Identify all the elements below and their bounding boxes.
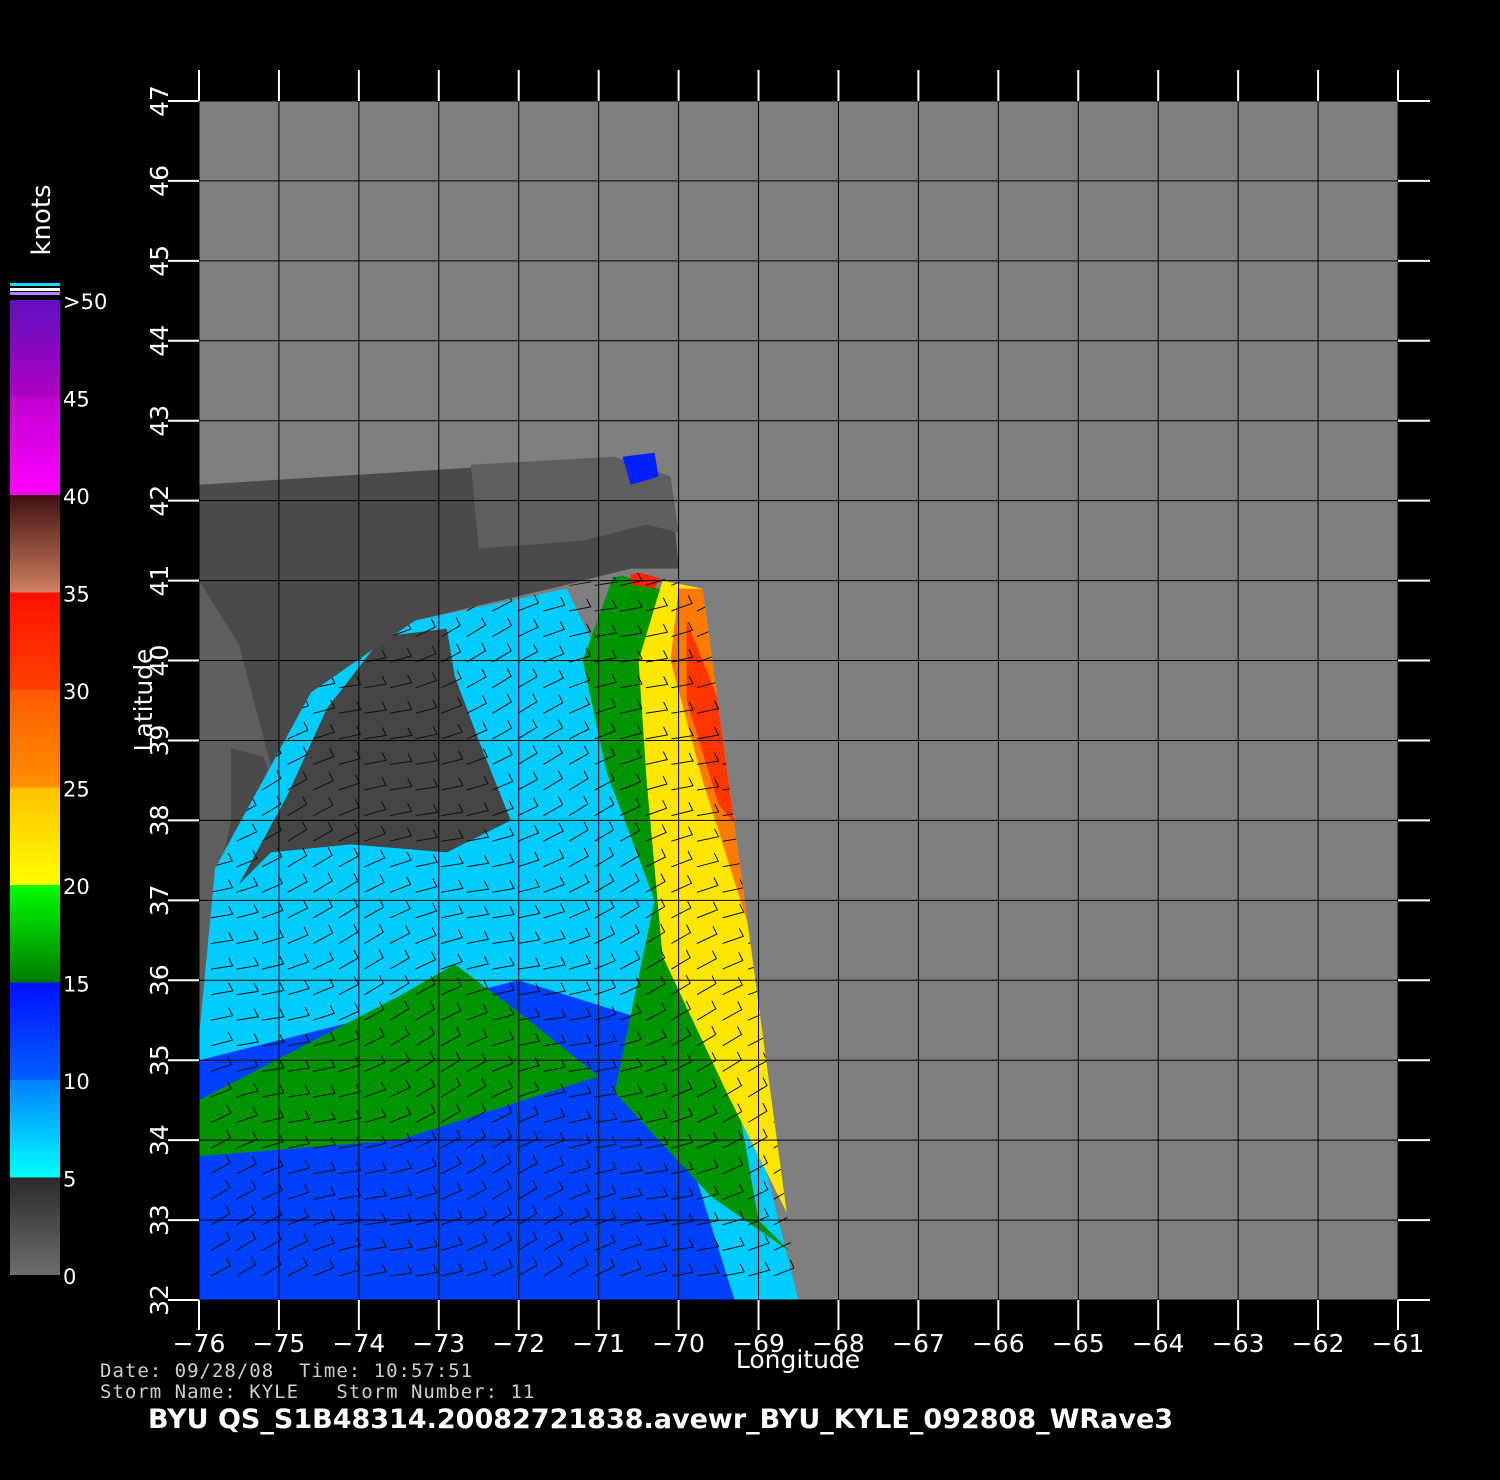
y-tick-label: 47 [145,85,174,117]
colorbar-label: 45 [63,388,90,412]
colorbar-segment [10,1177,60,1275]
y-tick-label: 38 [145,804,174,836]
y-tick-label: 33 [145,1204,174,1236]
colorbar-stripe [10,292,60,295]
colorbar-label: 0 [63,1265,76,1289]
y-tick-label: 41 [145,565,174,597]
x-tick-label: −67 [892,1329,945,1358]
colorbar-segment [10,1080,60,1178]
x-tick-label: −61 [1372,1329,1425,1358]
x-tick-label: −74 [332,1329,385,1358]
colorbar-label: 15 [63,973,90,997]
colorbar-segment [10,690,60,788]
colorbar-label: 30 [63,680,90,704]
y-tick-label: 36 [145,964,174,996]
colorbar-label: 10 [63,1070,90,1094]
x-tick-label: −63 [1212,1329,1265,1358]
colorbar-segment [10,495,60,593]
colorbar: 0 5 10 15 20 25 30 35 40 45 >50 [10,283,107,1289]
y-tick-label: 45 [145,245,174,277]
y-axis-label: Latitude [129,649,158,752]
colorbar-label: 35 [63,583,90,607]
colorbar-segment [10,397,60,495]
colorbar-segment [10,982,60,1080]
y-tick-label: 43 [145,405,174,437]
colorbar-label: 20 [63,875,90,899]
colorbar-unit: knots [27,184,57,255]
wind-speed-chart: −76 −75 −74 −73 −72 −71 −70 −69 −68 −67 −66 −65 −64−… [10,70,1430,1374]
y-tick-label: 34 [145,1124,174,1156]
file-name: BYU QS_S1B48314.20082721838.avewr_BYU_KY… [148,1404,1174,1435]
x-tick-label: −66 [972,1329,1025,1358]
x-tick-label: −64 [1132,1329,1185,1358]
x-tick-label: −62 [1292,1329,1345,1358]
x-tick-label: −75 [253,1329,306,1358]
y-tick-label: 44 [145,325,174,357]
colorbar-label: 40 [63,485,90,509]
x-axis-label: Longitude [736,1345,860,1374]
x-tick-label: −70 [652,1329,705,1358]
y-tick-label: 42 [145,485,174,517]
colorbar-label: >50 [63,290,107,314]
colorbar-segment [10,787,60,885]
colorbar-segment [10,885,60,983]
colorbar-segment [10,592,60,690]
y-tick-label: 46 [145,165,174,197]
x-tick-label: −72 [492,1329,545,1358]
y-tick-label: 35 [145,1044,174,1076]
x-tick-label: −65 [1052,1329,1105,1358]
colorbar-label: 5 [63,1168,76,1192]
colorbar-stripe [10,283,60,286]
date-time-line: Date: 09/28/08 Time: 10:57:51 [100,1360,474,1382]
y-tick-label: 37 [145,884,174,916]
colorbar-label: 25 [63,778,90,802]
y-tick-label: 32 [145,1284,174,1316]
colorbar-stripe [10,288,60,291]
x-tick-label: −76 [173,1329,226,1358]
x-tick-label: −73 [412,1329,465,1358]
storm-info-line: Storm Name: KYLE Storm Number: 11 [100,1381,536,1403]
x-tick-label: −71 [572,1329,625,1358]
colorbar-segment [10,300,60,398]
